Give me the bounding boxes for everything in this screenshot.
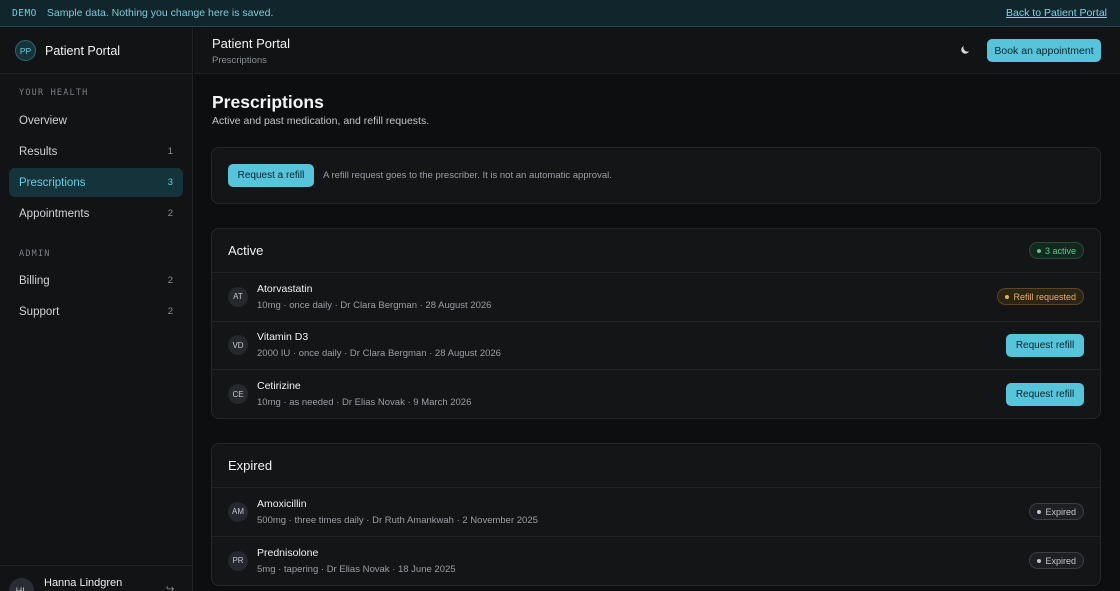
status-badge: Expired (1029, 552, 1084, 570)
sidebar-item-count: 3 (167, 177, 173, 188)
request-refill-button[interactable]: Request refill (1006, 333, 1084, 357)
sidebar-item-count: 2 (167, 275, 173, 286)
request-refill-button[interactable]: Request refill (1006, 382, 1084, 406)
sidebar: PP Patient Portal YOUR HEALTH Overview R… (0, 28, 193, 591)
section-header: Active 3 active (212, 229, 1100, 273)
status-badge: Refill requested (997, 288, 1084, 306)
medication-initials: AM (228, 501, 248, 522)
sidebar-item-count: 2 (167, 208, 173, 219)
sidebar-item-label: Support (19, 305, 60, 318)
sidebar-item-label: Overview (19, 114, 67, 127)
page-title: Prescriptions (212, 92, 324, 112)
back-to-portal-link[interactable]: Back to Patient Portal (1006, 7, 1107, 19)
user-menu[interactable]: HL Hanna Lindgren ↪ (0, 565, 193, 591)
medication-details: 500mg · three times daily · Dr Ruth Aman… (257, 514, 538, 526)
demo-tag: DEMO (12, 7, 37, 19)
dot-icon (1005, 294, 1010, 299)
sidebar-item-label: Prescriptions (19, 176, 86, 189)
medication-initials: AT (228, 286, 248, 307)
status-badge: Expired (1029, 503, 1084, 521)
medication-initials: VD (228, 335, 248, 356)
user-name: Hanna Lindgren (44, 577, 123, 589)
avatar: HL (9, 578, 34, 591)
medication-initials: PR (228, 550, 248, 571)
page-subtitle: Active and past medication, and refill r… (212, 115, 430, 127)
brand-logo: PP (15, 40, 36, 61)
sidebar-item-label: Appointments (19, 207, 90, 220)
sidebar-item-prescriptions[interactable]: Prescriptions 3 (9, 168, 183, 197)
demo-message: Sample data. Nothing you change here is … (46, 7, 274, 19)
medication-initials: CE (228, 384, 248, 405)
brand-name: Patient Portal (45, 43, 121, 58)
sign-out-icon[interactable]: ↪ (166, 584, 174, 591)
demo-banner: DEMO Sample data. Nothing you change her… (0, 0, 1120, 27)
sidebar-item-label: Billing (19, 274, 50, 287)
medication-name: Vitamin D3 (257, 331, 309, 344)
active-prescriptions: Active 3 active AT Atorvastatin 10mg · o… (211, 228, 1101, 419)
medication-details: 10mg · as needed · Dr Elias Novak · 9 Ma… (257, 397, 472, 409)
list-item: VD Vitamin D3 2000 IU · once daily · Dr … (212, 322, 1100, 370)
medication-name: Amoxicillin (257, 497, 307, 510)
section-title: Active (228, 243, 264, 258)
medication-name: Prednisolone (257, 546, 319, 559)
sidebar-item-results[interactable]: Results 1 (9, 137, 183, 166)
sidebar-item-overview[interactable]: Overview (9, 106, 183, 135)
medication-name: Cetirizine (257, 380, 301, 393)
dot-icon (1037, 509, 1042, 514)
brand[interactable]: PP Patient Portal (0, 28, 192, 74)
refill-panel: Request a refill A refill request goes t… (211, 147, 1101, 204)
book-appointment-button[interactable]: Book an appointment (987, 39, 1101, 62)
medication-details: 5mg · tapering · Dr Elias Novak · 18 Jun… (257, 563, 456, 575)
topbar-title: Patient Portal (212, 36, 291, 51)
medication-name: Atorvastatin (257, 282, 313, 295)
dot-icon (1036, 248, 1041, 253)
request-a-refill-button[interactable]: Request a refill (228, 164, 314, 187)
breadcrumb: Prescriptions (212, 55, 267, 66)
moon-icon[interactable] (959, 44, 971, 56)
list-item: AT Atorvastatin 10mg · once daily · Dr C… (212, 273, 1100, 322)
list-item: PR Prednisolone 5mg · tapering · Dr Elia… (212, 537, 1100, 586)
sidebar-item-count: 2 (167, 306, 173, 317)
nav-section-admin: ADMIN (19, 249, 51, 259)
sidebar-item-count: 1 (167, 146, 173, 157)
refill-note: A refill request goes to the prescriber.… (323, 170, 612, 181)
main-content: Prescriptions Active and past medication… (194, 75, 1120, 591)
section-title: Expired (228, 458, 273, 473)
nav-section-your-health: YOUR HEALTH (19, 88, 89, 98)
medication-details: 10mg · once daily · Dr Clara Bergman · 2… (257, 299, 492, 311)
section-header: Expired (212, 444, 1100, 488)
dot-icon (1037, 558, 1042, 563)
sidebar-item-label: Results (19, 145, 58, 158)
sidebar-item-billing[interactable]: Billing 2 (9, 266, 183, 295)
list-item: CE Cetirizine 10mg · as needed · Dr Elia… (212, 370, 1100, 418)
medication-details: 2000 IU · once daily · Dr Clara Bergman … (257, 348, 501, 360)
status-badge: 3 active (1028, 242, 1084, 259)
list-item: AM Amoxicillin 500mg · three times daily… (212, 488, 1100, 537)
sidebar-item-support[interactable]: Support 2 (9, 297, 183, 326)
topbar: Patient Portal Prescriptions Book an app… (194, 28, 1120, 74)
expired-prescriptions: Expired AM Amoxicillin 500mg · three tim… (211, 443, 1101, 586)
sidebar-item-appointments[interactable]: Appointments 2 (9, 199, 183, 228)
